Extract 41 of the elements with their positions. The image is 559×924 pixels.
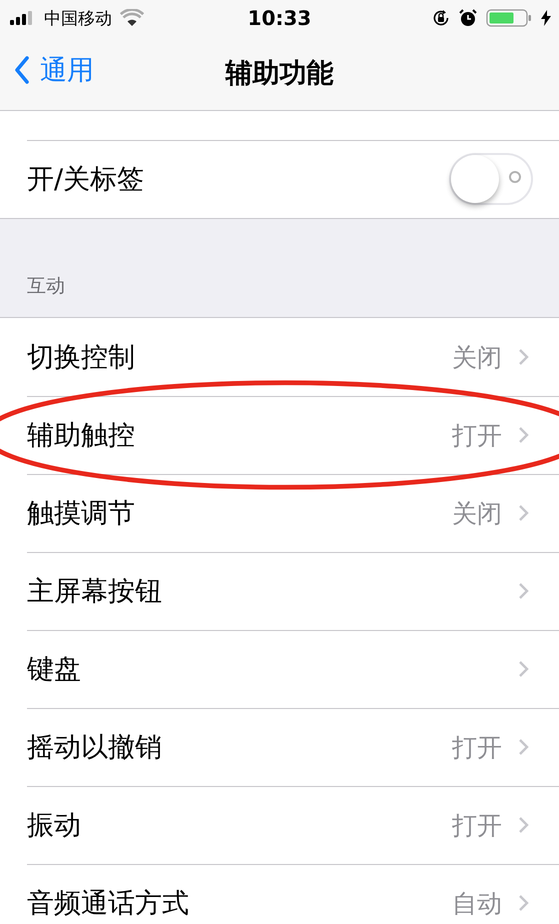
row-label: 辅助触控: [27, 419, 135, 453]
settings-row[interactable]: 音频通话方式 自动: [0, 864, 559, 924]
rotation-lock-icon: [432, 9, 450, 27]
row-label: 触摸调节: [27, 497, 135, 531]
chevron-right-icon: [518, 660, 529, 678]
row-value: 打开: [452, 420, 502, 452]
row-label: 振动: [27, 809, 81, 843]
settings-row[interactable]: 振动 打开: [0, 786, 559, 864]
row-value: 关闭: [452, 498, 502, 530]
battery-icon: [486, 9, 532, 27]
settings-row[interactable]: 摇动以撤销 打开: [0, 708, 559, 786]
settings-row[interactable]: 切换控制 关闭: [0, 318, 559, 396]
row-value: 自动: [452, 888, 502, 920]
charging-bolt-icon: [541, 10, 551, 26]
carrier-name: 中国移动: [44, 8, 112, 30]
page-title: 辅助功能: [226, 57, 334, 91]
row-label: 音频通话方式: [27, 887, 189, 921]
chevron-right-icon: [518, 582, 529, 600]
settings-row[interactable]: 主屏幕按钮: [0, 552, 559, 630]
row-label: 键盘: [27, 653, 81, 687]
toggle-switch[interactable]: [449, 153, 533, 205]
row-label: 切换控制: [27, 341, 135, 375]
status-time: 10:33: [248, 6, 312, 30]
alarm-clock-icon: [459, 9, 477, 27]
row-label: 主屏幕按钮: [27, 575, 162, 609]
settings-row[interactable]: 触摸调节 关闭: [0, 474, 559, 552]
row-value: 关闭: [452, 342, 502, 374]
row-value: 打开: [452, 732, 502, 764]
chevron-right-icon: [518, 738, 529, 756]
chevron-right-icon: [518, 504, 529, 522]
settings-row[interactable]: 键盘: [0, 630, 559, 708]
back-button[interactable]: 通用: [14, 52, 94, 88]
row-label: 摇动以撤销: [27, 731, 162, 765]
wifi-icon: [120, 9, 144, 27]
row-label: 开/关标签: [27, 163, 144, 197]
chevron-right-icon: [518, 426, 529, 444]
back-chevron-icon: [14, 56, 30, 84]
chevron-right-icon: [518, 894, 529, 912]
chevron-right-icon: [518, 348, 529, 366]
chevron-right-icon: [518, 816, 529, 834]
row-value: 打开: [452, 810, 502, 842]
